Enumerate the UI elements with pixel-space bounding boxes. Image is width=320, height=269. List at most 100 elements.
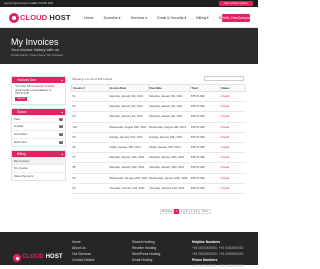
- nav-menu: Home Domains ▾ Services ▾ Email & Securi…: [84, 16, 244, 20]
- invoice-number: 58: [71, 162, 109, 174]
- account-menu-button[interactable]: Hello, NewCompany! ▾: [222, 14, 256, 22]
- nav-item-email-security[interactable]: Email & Security ▾: [157, 16, 186, 20]
- invoice-date: Saturday, January 16th, 2021: [108, 152, 149, 164]
- footer-link-email-hosting[interactable]: Email Hosting: [132, 257, 160, 263]
- due-date: Saturday, January 9th, 2021: [148, 101, 190, 113]
- status-item-paid[interactable]: Paid 0: [12, 114, 65, 123]
- table-row[interactable]: 51 Saturday, January 9th, 2021 Saturday,…: [71, 91, 246, 103]
- page-title: My Invoices: [11, 37, 59, 47]
- nav-item-home[interactable]: Home: [84, 16, 94, 20]
- due-date: Friday, January 15th, 2021: [148, 142, 190, 154]
- top-bar: support@example.com +00 0 0000 000 Get a…: [0, 0, 258, 7]
- pagination-previous[interactable]: Previous: [160, 209, 174, 214]
- pay-all-button[interactable]: Pay All: [15, 96, 27, 101]
- pagination-next[interactable]: Next: [199, 209, 211, 214]
- sidebar-item-mass-payment[interactable]: Mass Payment: [12, 172, 65, 180]
- footer-link-contact[interactable]: Contact Details: [72, 257, 94, 263]
- invoices-due-text: You have 86 invoice(s) currently unpaid …: [15, 84, 55, 95]
- invoice-total: ₹85.00 INR: [189, 173, 220, 184]
- invoice-number: 54: [71, 132, 109, 143]
- due-date: Saturday, January 9th, 2021: [148, 111, 190, 123]
- table-row[interactable]: 59 Wednesday, January 20th, 2021 Wednesd…: [71, 173, 246, 184]
- table-row[interactable]: 57 Saturday, January 16th, 2021 Saturday…: [71, 152, 246, 164]
- invoice-number: 53: [71, 111, 109, 123]
- sidebar: Invoices Due ▴ You have 86 invoice(s) cu…: [11, 76, 66, 184]
- invoice-number: 60: [71, 183, 109, 194]
- invoice-total: ₹85.00 INR: [189, 183, 220, 194]
- main-navigation: CLOUD HOST Home Domains ▾ Services ▾ Ema…: [0, 7, 258, 28]
- status-count-badge: 0: [59, 133, 63, 137]
- invoice-date: Thursday, January 21st, 2021: [108, 183, 149, 194]
- invoice-total: ₹85.00 INR: [189, 142, 220, 154]
- status-badge: Unpaid: [219, 132, 246, 143]
- invoice-number: 57: [71, 152, 109, 164]
- table-filter-input[interactable]: [204, 76, 244, 81]
- cloud-logo-icon: [13, 254, 21, 262]
- invoice-total: ₹85.00 INR: [189, 162, 220, 174]
- invoice-number: 59: [71, 173, 109, 184]
- status-item-unpaid[interactable]: Unpaid 86: [12, 122, 65, 130]
- chevron-up-icon: ▴: [61, 78, 63, 82]
- invoice-date: Wednesday, January 20th, 2021: [108, 173, 149, 184]
- status-item-refunded[interactable]: Refunded 0: [12, 137, 65, 146]
- due-date: Saturday, January 16th, 2021: [148, 152, 190, 164]
- nav-item-services[interactable]: Services ▾: [131, 16, 148, 20]
- table-row[interactable]: 52 Saturday, January 9th, 2021 Saturday,…: [71, 101, 246, 113]
- free-quote-button[interactable]: Get a Free Quote: [219, 1, 253, 6]
- invoices-due-header[interactable]: Invoices Due ▴: [12, 77, 65, 83]
- sidebar-item-my-quotes[interactable]: My Quotes: [12, 164, 65, 172]
- invoice-number: 52: [71, 101, 109, 113]
- due-date: Wednesday, January 20th, 2021: [148, 173, 190, 184]
- invoice-date: Saturday, January 9th, 2021: [108, 91, 149, 103]
- table-row[interactable]: 60 Thursday, January 21st, 2021 Thursday…: [71, 183, 246, 194]
- invoice-date: Saturday, January 9th, 2021: [108, 101, 149, 113]
- footer-logo-text: CLOUD HOST: [22, 254, 63, 260]
- column-header-due-date[interactable]: Due Date: [147, 84, 191, 92]
- invoice-date: Sunday, January 10th, 2021: [108, 132, 149, 143]
- invoice-total: ₹85.00 INR: [189, 122, 220, 133]
- status-badge: Unpaid: [219, 152, 246, 164]
- table-row[interactable]: 56 Friday, January 15th, 2021 Friday, Ja…: [71, 142, 246, 154]
- table-info: Showing 1 to 10 of 118 entries: [72, 77, 113, 81]
- status-badge: Unpaid: [219, 162, 246, 174]
- due-date: Thursday, January 21st, 2021: [148, 183, 190, 194]
- table-row[interactable]: 58 Saturday, January 16th, 2021 Saturday…: [71, 162, 246, 174]
- status-count-badge: 86: [59, 125, 63, 129]
- invoice-number: 51: [71, 91, 109, 103]
- invoice-date: Friday, January 15th, 2021: [108, 142, 149, 154]
- due-date: Saturday, January 16th, 2021: [148, 162, 190, 174]
- breadcrumb[interactable]: Portal Home / Client Area / My Invoices: [11, 53, 63, 57]
- invoice-date: Saturday, January 9th, 2021: [108, 111, 149, 123]
- column-header-invoice[interactable]: Invoice #: [71, 84, 109, 92]
- invoices-due-body: You have 86 invoice(s) currently unpaid …: [12, 83, 65, 104]
- status-item-cancelled[interactable]: Cancelled 0: [12, 130, 65, 138]
- table-row[interactable]: 53 Saturday, January 9th, 2021 Saturday,…: [71, 111, 246, 123]
- table-header-row: Invoice # Invoice Date Due Date Total St…: [71, 84, 246, 92]
- topbar-phone[interactable]: +00 0 0000 000: [32, 1, 53, 6]
- status-badge: Unpaid: [219, 91, 246, 103]
- footer-links: Home About Us Our Services Contact Detai…: [72, 239, 94, 263]
- page-header: My Invoices Your invoice history with us…: [0, 28, 258, 64]
- invoice-total: ₹85.00 INR: [189, 132, 220, 143]
- page-subtitle: Your invoice history with us: [11, 47, 60, 52]
- sidebar-item-my-invoices[interactable]: My Invoices: [12, 156, 65, 165]
- status-count-badge: 0: [59, 117, 63, 121]
- nav-item-billing[interactable]: Billing ▾: [196, 16, 208, 20]
- invoice-total: ₹85.00 INR: [189, 101, 220, 113]
- table-row[interactable]: 135 Wednesday, August 19th, 2021 Wednesd…: [71, 122, 246, 133]
- site-footer: Home About Us Our Services Contact Detai…: [0, 232, 258, 268]
- column-header-total[interactable]: Total: [189, 84, 221, 92]
- logo-text: CLOUD HOST: [20, 13, 71, 22]
- column-header-status[interactable]: Status: [219, 84, 246, 92]
- nav-item-domains[interactable]: Domains ▾: [104, 16, 121, 20]
- status-badge: Unpaid: [219, 101, 246, 113]
- pagination: Previous 1 2 3 4 5 Next: [160, 209, 211, 215]
- cloud-logo-icon: [9, 13, 19, 23]
- column-header-invoice-date[interactable]: Invoice Date: [107, 84, 149, 92]
- invoice-date: Wednesday, August 19th, 2021: [108, 122, 149, 133]
- invoice-total: ₹85.00 INR: [189, 152, 220, 164]
- table-row[interactable]: 54 Sunday, January 10th, 2021 Sunday, Ja…: [71, 132, 246, 143]
- topbar-email[interactable]: support@example.com: [4, 1, 35, 6]
- invoices-due-panel: Invoices Due ▴ You have 86 invoice(s) cu…: [11, 76, 66, 105]
- due-date: Sunday, January 10th, 2021: [148, 132, 190, 143]
